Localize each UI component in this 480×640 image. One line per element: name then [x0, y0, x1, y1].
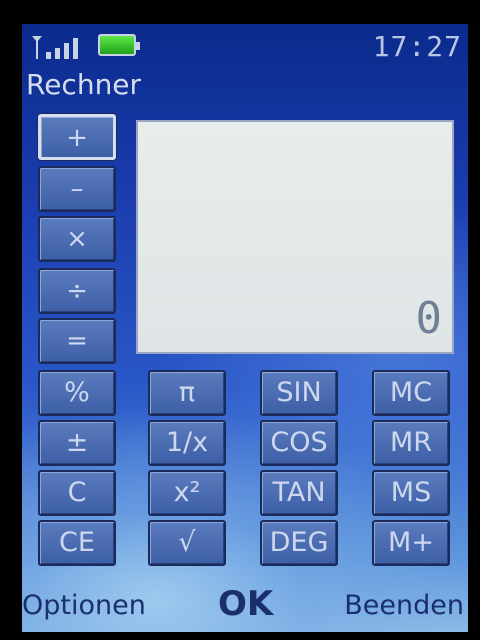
deg-key[interactable]: DEG: [260, 520, 338, 566]
cos-key[interactable]: COS: [260, 420, 338, 466]
signal-strength-icon: [32, 36, 78, 59]
memory-recall-key[interactable]: MR: [372, 420, 450, 466]
sqrt-key[interactable]: √: [148, 520, 226, 566]
clock: 17:27: [372, 30, 462, 63]
multiply-key[interactable]: ×: [38, 216, 116, 262]
clear-entry-key[interactable]: CE: [38, 520, 116, 566]
status-bar: 17:27: [22, 24, 468, 68]
options-softkey[interactable]: Optionen: [22, 590, 146, 621]
sin-key[interactable]: SIN: [260, 370, 338, 416]
reciprocal-key[interactable]: 1/x: [148, 420, 226, 466]
exit-softkey[interactable]: Beenden: [344, 590, 464, 621]
square-key[interactable]: x²: [148, 470, 226, 516]
memory-add-key[interactable]: M+: [372, 520, 450, 566]
divide-key[interactable]: ÷: [38, 268, 116, 314]
memory-clear-key[interactable]: MC: [372, 370, 450, 416]
plus-key[interactable]: +: [38, 114, 116, 160]
memory-store-key[interactable]: MS: [372, 470, 450, 516]
display-value: 0: [415, 293, 443, 344]
pi-key[interactable]: π: [148, 370, 226, 416]
ok-softkey[interactable]: OK: [218, 584, 273, 624]
softkey-bar: Optionen OK Beenden: [22, 582, 468, 632]
app-title: Rechner: [26, 68, 142, 101]
equals-key[interactable]: =: [38, 318, 116, 364]
calculator-display: 0: [136, 120, 454, 354]
plus-minus-key[interactable]: ±: [38, 420, 116, 466]
percent-key[interactable]: %: [38, 370, 116, 416]
tan-key[interactable]: TAN: [260, 470, 338, 516]
battery-icon: [98, 34, 140, 56]
clear-key[interactable]: C: [38, 470, 116, 516]
minus-key[interactable]: –: [38, 166, 116, 212]
calculator-screen: 17:27 Rechner + – × ÷ = 0 % π SIN MC ± 1…: [22, 24, 468, 632]
